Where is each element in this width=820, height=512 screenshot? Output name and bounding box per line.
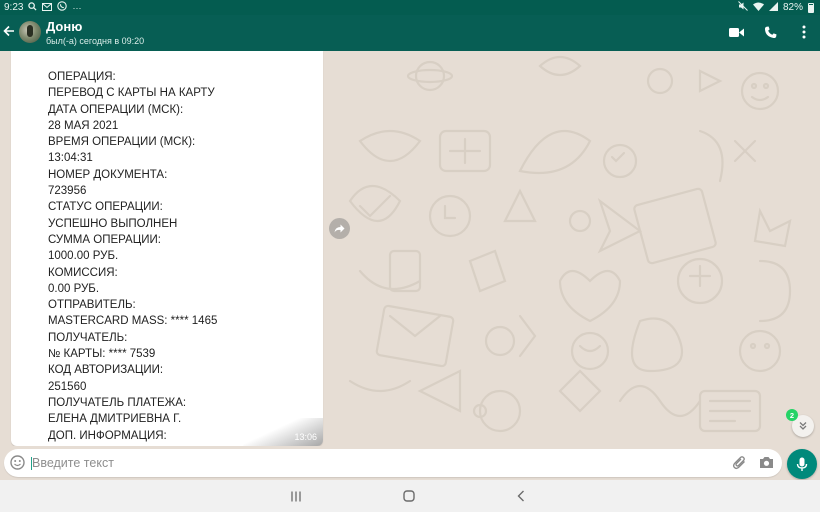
message-line: 28 МАЯ 2021 (48, 119, 119, 132)
message-line: СУММА ОПЕРАЦИИ: (48, 233, 161, 246)
chat-header: Доню был(-а) сегодня в 09:20 (0, 15, 820, 51)
forward-icon[interactable] (329, 218, 350, 239)
message-line: 1000.00 РУБ. (48, 250, 119, 263)
message-text: ОПЕРАЦИЯ: ПЕРЕВОД С КАРТЫ НА КАРТУ ДАТА ОП… (48, 69, 318, 444)
double-chevron-down-icon (799, 422, 807, 430)
chat-area[interactable]: ОПЕРАЦИЯ: ПЕРЕВОД С КАРТЫ НА КАРТУ ДАТА ОП… (0, 51, 820, 446)
message-line: СТАТУС ОПЕРАЦИИ: (48, 201, 163, 214)
message-line: КОД АВТОРИЗАЦИИ: (48, 364, 164, 377)
viber-icon (57, 1, 68, 14)
attach-icon[interactable] (732, 455, 747, 475)
status-bar: 9:23 ··· 82% (0, 0, 820, 15)
message-line: ДАТА ОПЕРАЦИИ (МСК): (48, 103, 184, 116)
voice-call-icon[interactable] (762, 23, 778, 41)
recent-apps-icon[interactable] (288, 488, 304, 504)
battery-icon (808, 2, 814, 13)
system-nav-bar (0, 480, 820, 512)
message-line: ПОЛУЧАТЕЛЬ: (48, 331, 128, 344)
header-actions (728, 23, 812, 41)
wifi-icon (752, 2, 764, 14)
message-line: MASTERCARD MASS: **** 1465 (48, 315, 218, 328)
message-line: 13:04:31 (48, 152, 93, 165)
more-dots-icon: ··· (72, 2, 82, 13)
message-line: 0.00 РУБ. (48, 282, 100, 295)
search-icon (28, 1, 38, 14)
avatar[interactable] (19, 21, 41, 43)
message-line: ОПЕРАЦИЯ: (48, 71, 116, 83)
message-line: ВРЕМЯ ОПЕРАЦИИ (МСК): (48, 136, 196, 149)
composer-row (0, 446, 820, 480)
status-bar-right: 82% (738, 1, 814, 14)
status-bar-left: 9:23 ··· (4, 1, 81, 14)
camera-icon[interactable] (759, 455, 774, 474)
message-line: УСПЕШНО ВЫПОЛНЕН (48, 217, 178, 230)
mic-button[interactable] (787, 449, 817, 479)
home-icon[interactable] (401, 488, 417, 504)
contact-last-seen: был(-а) сегодня в 09:20 (46, 36, 145, 46)
mic-icon (796, 457, 808, 471)
message-input[interactable] (32, 453, 722, 473)
message-line: КОМИССИЯ: (48, 266, 118, 279)
message-line: № КАРТЫ: **** 7539 (48, 348, 156, 361)
message-line: 251560 (48, 380, 87, 393)
message-line: ОТПРАВИТЕЛЬ: (48, 299, 136, 312)
battery-percent: 82% (782, 2, 803, 13)
signal-icon (768, 1, 778, 14)
composer (4, 449, 782, 477)
mail-icon (42, 2, 53, 14)
nav-back-icon[interactable] (513, 488, 529, 504)
message-line: ПЕРЕВОД С КАРТЫ НА КАРТУ (48, 87, 215, 100)
emoji-icon[interactable] (10, 455, 25, 475)
message-time: 13:06 (294, 432, 317, 442)
overflow-menu-icon[interactable] (796, 23, 812, 41)
video-call-icon[interactable] (728, 23, 744, 41)
message-line: НОМЕР ДОКУМЕНТА: (48, 168, 168, 181)
unread-count-badge: 2 (786, 409, 798, 421)
contact-name[interactable]: Доню (46, 19, 82, 34)
back-arrow-icon[interactable] (3, 22, 15, 42)
mute-icon (738, 1, 748, 14)
message-bubble[interactable]: ОПЕРАЦИЯ: ПЕРЕВОД С КАРТЫ НА КАРТУ ДАТА ОП… (11, 51, 323, 446)
clock: 9:23 (4, 2, 24, 13)
message-line: 723956 (48, 185, 87, 198)
message-line: ПОЛУЧАТЕЛЬ ПЛАТЕЖА: (48, 396, 187, 409)
